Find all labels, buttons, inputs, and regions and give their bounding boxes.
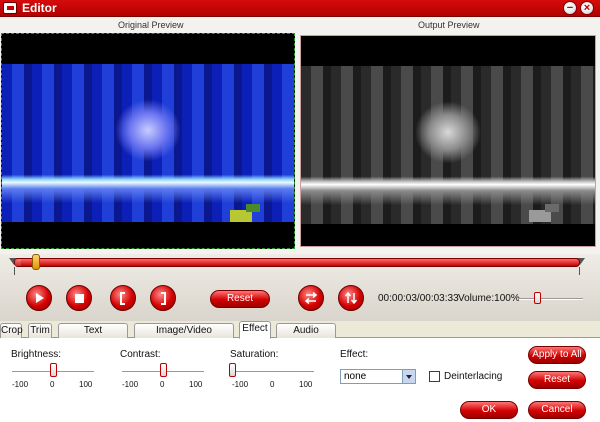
swap-vertical-icon bbox=[345, 291, 357, 305]
brightness-max-label: 100 bbox=[79, 380, 93, 389]
timeline-reset-button[interactable]: Reset bbox=[210, 290, 270, 308]
saturation-max-label: 100 bbox=[299, 380, 313, 389]
swap-horizontal-button[interactable] bbox=[298, 285, 324, 311]
effect-label: Effect: bbox=[340, 349, 369, 360]
title-bar: Editor − × bbox=[0, 0, 600, 17]
cancel-button[interactable]: Cancel bbox=[528, 401, 586, 419]
timeline-end-tick bbox=[579, 267, 580, 275]
deinterlacing-checkbox[interactable] bbox=[429, 371, 440, 382]
output-preview-label: Output Preview bbox=[418, 20, 480, 30]
stop-icon bbox=[74, 293, 84, 303]
mark-in-button[interactable] bbox=[110, 285, 136, 311]
brightness-slider-thumb[interactable] bbox=[50, 363, 57, 377]
tab-text-watermark[interactable]: Text Watermark bbox=[58, 323, 128, 349]
brightness-min-label: -100 bbox=[12, 380, 29, 389]
stop-button[interactable] bbox=[66, 285, 92, 311]
play-button[interactable] bbox=[26, 285, 52, 311]
tab-crop[interactable]: Crop bbox=[0, 323, 23, 338]
effect-select[interactable]: none bbox=[340, 369, 416, 384]
original-preview-video[interactable] bbox=[1, 33, 295, 249]
contrast-slider-thumb[interactable] bbox=[160, 363, 167, 377]
saturation-slider-thumb[interactable] bbox=[229, 363, 236, 377]
brightness-mid-label: 0 bbox=[50, 380, 55, 389]
time-display: 00:00:03/00:03:33 bbox=[378, 293, 459, 304]
mark-in-icon bbox=[120, 291, 125, 305]
close-button[interactable]: × bbox=[580, 1, 594, 15]
mark-out-icon bbox=[161, 291, 166, 305]
timeline-track[interactable] bbox=[14, 258, 580, 267]
output-video-frame bbox=[301, 66, 595, 224]
logo-overlay-part bbox=[246, 204, 260, 212]
contrast-label: Contrast: bbox=[120, 349, 161, 360]
saturation-label: Saturation: bbox=[230, 349, 279, 360]
mark-out-button[interactable] bbox=[150, 285, 176, 311]
tab-audio-replace[interactable]: Audio Replace bbox=[276, 323, 336, 349]
volume-slider-thumb[interactable] bbox=[533, 292, 541, 304]
logo-overlay-gray-part bbox=[545, 204, 559, 212]
deinterlacing-label: Deinterlacing bbox=[444, 371, 503, 382]
original-video-frame bbox=[2, 64, 294, 222]
saturation-mid-label: 0 bbox=[270, 380, 275, 389]
effect-reset-button[interactable]: Reset bbox=[528, 371, 586, 389]
ok-button[interactable]: OK bbox=[460, 401, 518, 419]
effect-select-value: none bbox=[344, 371, 367, 382]
timeline-progress bbox=[15, 259, 21, 266]
apply-to-all-button[interactable]: Apply to All bbox=[528, 346, 586, 364]
tab-effect[interactable]: Effect bbox=[239, 321, 271, 339]
volume-label: Volume:100% bbox=[458, 293, 520, 304]
tab-trim[interactable]: Trim bbox=[28, 323, 52, 338]
window-title: Editor bbox=[22, 1, 57, 15]
timeline-start-tick bbox=[14, 267, 15, 275]
chevron-down-icon[interactable] bbox=[402, 370, 415, 383]
tab-image-video-watermark[interactable]: Image/Video Watermark bbox=[134, 323, 234, 349]
app-icon bbox=[3, 2, 17, 14]
play-icon bbox=[36, 293, 44, 303]
contrast-mid-label: 0 bbox=[160, 380, 165, 389]
contrast-min-label: -100 bbox=[122, 380, 139, 389]
swap-horizontal-icon bbox=[304, 292, 318, 304]
contrast-max-label: 100 bbox=[189, 380, 203, 389]
volume-slider[interactable] bbox=[519, 298, 583, 300]
timeline-playhead[interactable] bbox=[31, 254, 40, 270]
output-preview-video bbox=[300, 35, 596, 247]
brightness-label: Brightness: bbox=[11, 349, 62, 360]
minimize-button[interactable]: − bbox=[563, 1, 577, 15]
swap-vertical-button[interactable] bbox=[338, 285, 364, 311]
original-preview-label: Original Preview bbox=[118, 20, 184, 30]
saturation-min-label: -100 bbox=[232, 380, 249, 389]
saturation-slider[interactable] bbox=[232, 371, 314, 373]
